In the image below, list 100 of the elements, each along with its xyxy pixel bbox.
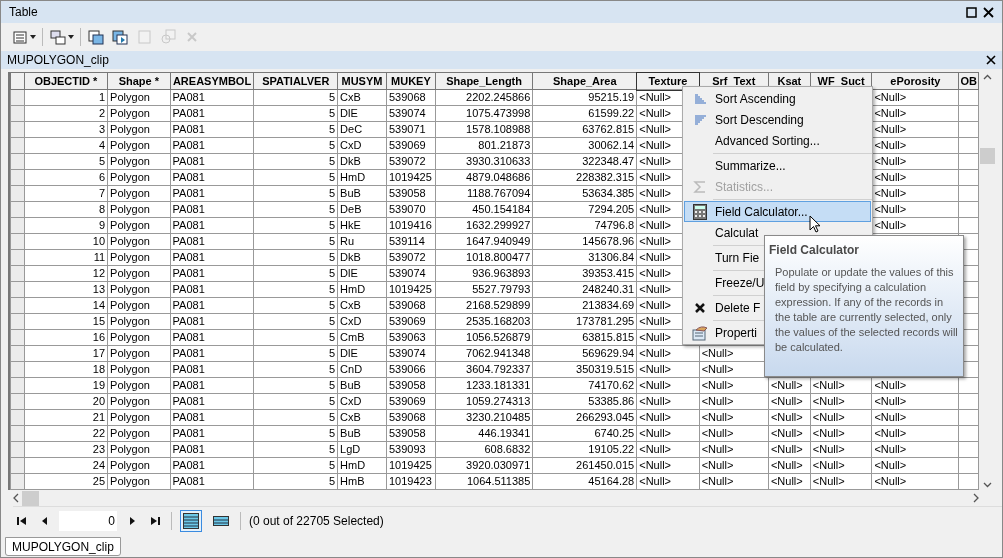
table-cell: PA081 — [170, 105, 254, 122]
table-cell: PA081 — [170, 265, 254, 282]
table-cell: PA081 — [170, 121, 254, 138]
table-cell: 5 — [254, 377, 338, 394]
table-cell: 4 — [24, 137, 108, 154]
table-cell: 5 — [254, 297, 338, 314]
table-cell: CxB — [337, 409, 387, 426]
table-cell: DkB — [337, 249, 387, 266]
table-cell: 1632.299927 — [435, 217, 533, 234]
table-cell: <Null> — [699, 441, 769, 458]
table-cell: <Null> — [699, 425, 769, 442]
table-cell: Polygon — [107, 249, 171, 266]
table-cell: 5 — [254, 329, 338, 346]
table-cell: Polygon — [107, 217, 171, 234]
table-cell: Polygon — [107, 137, 171, 154]
table-cell: PA081 — [170, 297, 254, 314]
table-cell: 322348.47 — [532, 153, 637, 170]
table-cell: 539074 — [386, 345, 436, 362]
table-cell: DlE — [337, 105, 387, 122]
table-cell: 21 — [24, 409, 108, 426]
selection-status: (0 out of 22705 Selected) — [249, 512, 384, 530]
table-cell: 539069 — [386, 313, 436, 330]
table-cell: <Null> — [768, 393, 811, 410]
table-cell: 539069 — [386, 137, 436, 154]
table-cell: 22 — [24, 425, 108, 442]
table-cell: BuB — [337, 377, 387, 394]
table-cell: 7 — [24, 185, 108, 202]
table-cell: <Null> — [636, 441, 700, 458]
table-cell: Polygon — [107, 121, 171, 138]
table-cell: HmD — [337, 169, 387, 186]
table-cell: CxB — [337, 89, 387, 106]
table-cell: 4879.048686 — [435, 169, 533, 186]
table-cell: PA081 — [170, 233, 254, 250]
table-cell: 539068 — [386, 409, 436, 426]
table-cell: Polygon — [107, 313, 171, 330]
table-cell: Polygon — [107, 457, 171, 474]
table-cell: DlE — [337, 265, 387, 282]
table-cell: 18 — [24, 361, 108, 378]
table-cell: 569629.94 — [532, 345, 637, 362]
table-cell: <Null> — [768, 473, 811, 490]
table-cell: 5 — [254, 233, 338, 250]
table-cell: 3230.210485 — [435, 409, 533, 426]
table-cell: PA081 — [170, 361, 254, 378]
table-cell: DeC — [337, 121, 387, 138]
table-cell: DlE — [337, 345, 387, 362]
table-cell: PA081 — [170, 377, 254, 394]
table-cell: 16 — [24, 329, 108, 346]
table-cell: Polygon — [107, 361, 171, 378]
table-cell: PA081 — [170, 201, 254, 218]
table-cell: 1 — [24, 89, 108, 106]
table-cell: Polygon — [107, 185, 171, 202]
table-cell: PA081 — [170, 217, 254, 234]
table-cell: 3 — [24, 121, 108, 138]
table-cell: 539072 — [386, 153, 436, 170]
table-cell: 3604.792337 — [435, 361, 533, 378]
table-cell: 1233.181331 — [435, 377, 533, 394]
table-cell: 1064.511385 — [435, 473, 533, 490]
table-cell: <Null> — [768, 409, 811, 426]
table-cell: 5 — [254, 425, 338, 442]
table-cell: <Null> — [810, 473, 872, 490]
table-cell: <Null> — [871, 393, 959, 410]
table-cell: <Null> — [810, 425, 872, 442]
table-cell: 539074 — [386, 265, 436, 282]
table-cell: Polygon — [107, 441, 171, 458]
table-cell: 15 — [24, 313, 108, 330]
table-cell: 5 — [254, 361, 338, 378]
table-cell: 1075.473998 — [435, 105, 533, 122]
table-cell: 9 — [24, 217, 108, 234]
table-cell: PA081 — [170, 441, 254, 458]
table-cell: 5 — [254, 105, 338, 122]
table-cell: PA081 — [170, 329, 254, 346]
table-cell: 5 — [254, 393, 338, 410]
table-cell: Polygon — [107, 153, 171, 170]
table-cell: Polygon — [107, 297, 171, 314]
table-cell: 539063 — [386, 329, 436, 346]
table-cell: <Null> — [636, 425, 700, 442]
table-title: MUPOLYGON_clip — [7, 52, 110, 69]
table-cell: 350319.515 — [532, 361, 637, 378]
table-cell: <Null> — [871, 425, 959, 442]
table-cell: 10 — [24, 233, 108, 250]
table-cell: PA081 — [170, 185, 254, 202]
table-cell: 539070 — [386, 201, 436, 218]
table-cell: PA081 — [170, 313, 254, 330]
table-cell: 7294.205 — [532, 201, 637, 218]
table-cell: Polygon — [107, 89, 171, 106]
table-cell: Polygon — [107, 329, 171, 346]
table-cell: 2535.168203 — [435, 313, 533, 330]
table-cell: 266293.045 — [532, 409, 637, 426]
table-cell: 30062.14 — [532, 137, 637, 154]
table-cell: <Null> — [871, 457, 959, 474]
table-cell: CnD — [337, 361, 387, 378]
table-cell: PA081 — [170, 409, 254, 426]
table-cell: 3930.310633 — [435, 153, 533, 170]
table-cell: 25 — [24, 473, 108, 490]
table-cell: 8 — [24, 201, 108, 218]
table-cell: <Null> — [636, 473, 700, 490]
table-cell: 173781.295 — [532, 313, 637, 330]
table-cell: 539068 — [386, 89, 436, 106]
table-cell: <Null> — [636, 409, 700, 426]
table-cell: 145678.96 — [532, 233, 637, 250]
